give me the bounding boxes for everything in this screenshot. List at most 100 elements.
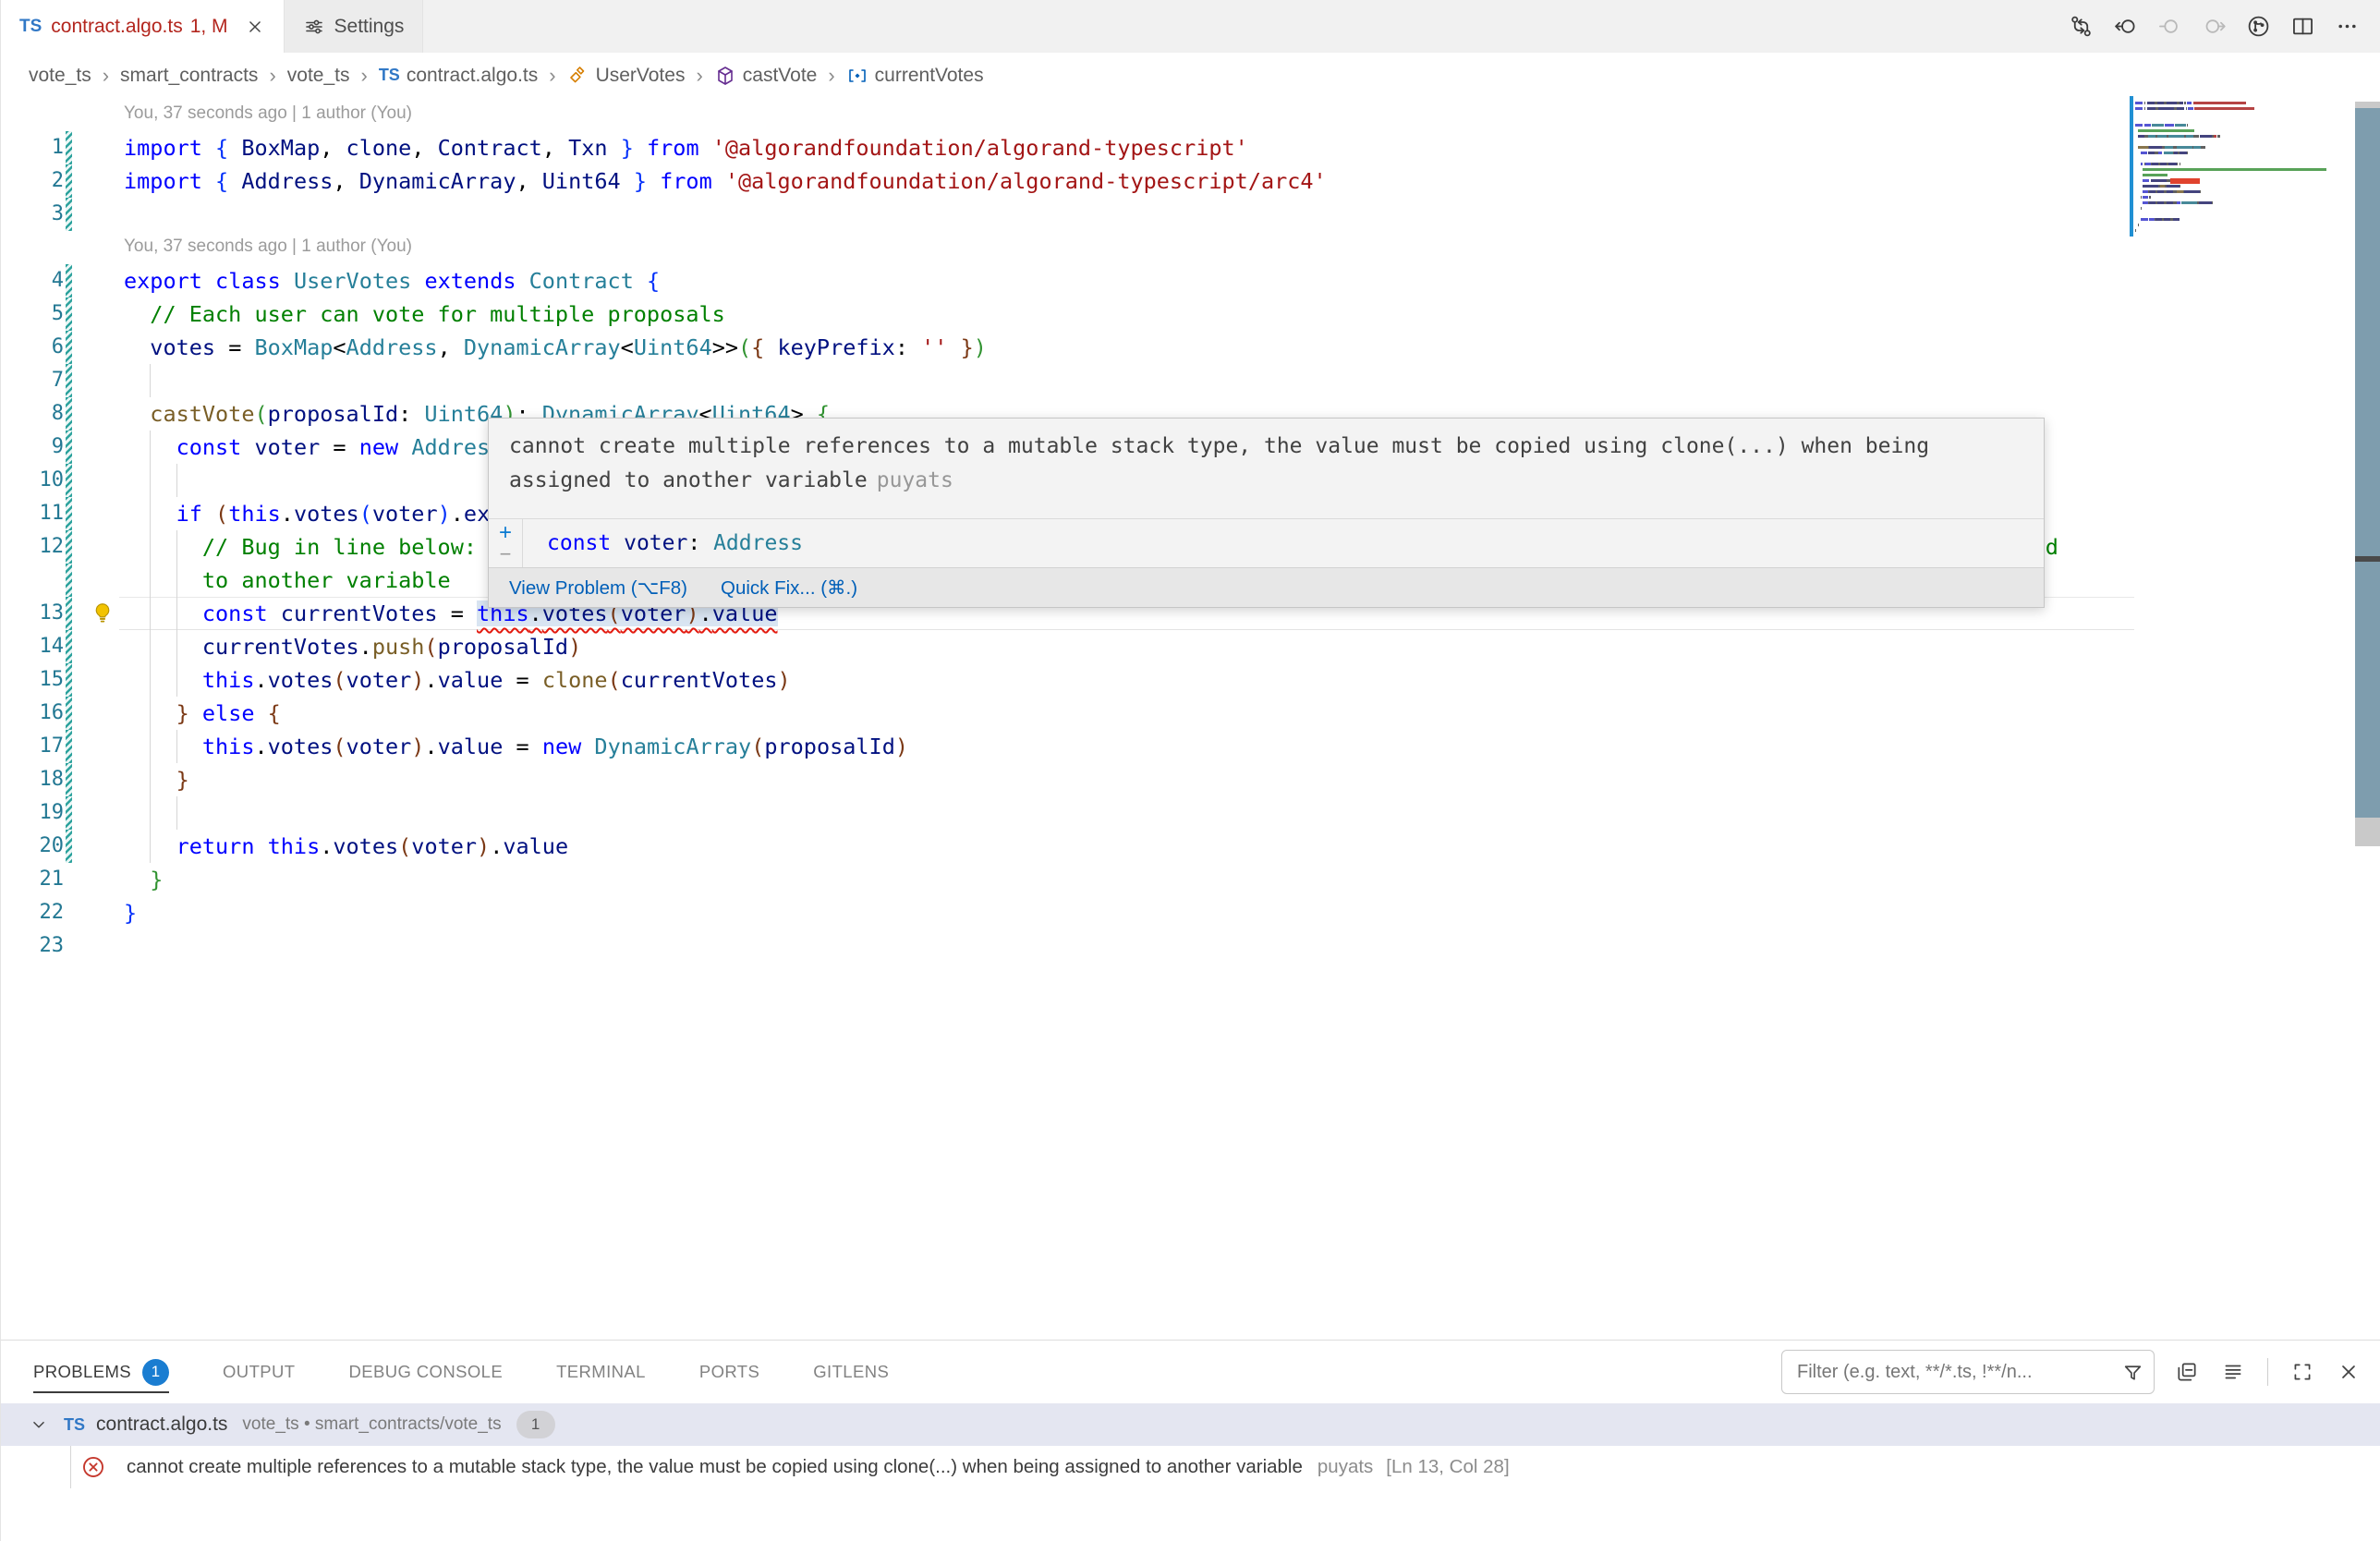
collapse-all-icon[interactable] — [2175, 1360, 2199, 1384]
code-line-text[interactable]: this.votes(voter).value = new DynamicArr… — [124, 730, 908, 763]
code-line: 7 — [1, 364, 2380, 397]
problem-row[interactable]: cannot create multiple references to a m… — [1, 1446, 2380, 1488]
breadcrumb-item-currentvotes[interactable]: currentVotes — [846, 65, 984, 87]
scrollbar-thumb[interactable] — [2355, 108, 2380, 818]
line-number[interactable]: 18 — [1, 763, 64, 796]
breadcrumb-label: contract.algo.ts — [407, 65, 538, 87]
code-line-text[interactable]: // Each user can vote for multiple propo… — [124, 297, 725, 331]
code-line-text[interactable]: return this.votes(voter).value — [124, 830, 568, 863]
line-number[interactable]: 14 — [1, 630, 64, 663]
code-token: voter — [346, 667, 412, 693]
breadcrumb-item-uservotes[interactable]: UserVotes — [567, 65, 686, 87]
code-token: this — [268, 833, 321, 859]
hover-status-bar: View Problem (⌥F8) Quick Fix... (⌘.) — [489, 567, 2044, 607]
code-token: ) — [477, 833, 490, 859]
code-editor[interactable]: You, 37 seconds ago | 1 author (You) 1 imp… — [1, 98, 2380, 1340]
line-number[interactable]: 6 — [1, 331, 64, 364]
maximize-panel-icon[interactable] — [2290, 1360, 2314, 1384]
line-number[interactable]: 15 — [1, 663, 64, 697]
breadcrumb-item-vote-ts[interactable]: vote_ts — [29, 65, 91, 87]
code-line-text[interactable]: votes = BoxMap<Address, DynamicArray<Uin… — [124, 331, 987, 364]
split-editor-icon[interactable] — [2285, 8, 2321, 44]
view-as-table-icon[interactable] — [2221, 1360, 2245, 1384]
line-number[interactable]: 19 — [1, 796, 64, 830]
expand-minus-icon[interactable]: − — [500, 544, 512, 564]
line-number[interactable]: 16 — [1, 697, 64, 730]
gitlens-codelens[interactable]: You, 37 seconds ago | 1 author (You) — [124, 231, 412, 262]
line-number[interactable]: 22 — [1, 896, 64, 929]
panel-tab-debug-console[interactable]: DEBUG CONSOLE — [348, 1341, 503, 1403]
panel-tab-output[interactable]: OUTPUT — [223, 1341, 295, 1403]
tab-settings[interactable]: Settings — [285, 0, 424, 53]
code-token: import — [124, 168, 202, 194]
code-line-text[interactable]: } — [124, 863, 163, 896]
code-line-text[interactable]: } — [124, 896, 137, 929]
panel-tab-gitlens[interactable]: GITLENS — [813, 1341, 889, 1403]
panel-tab-terminal[interactable]: TERMINAL — [556, 1341, 646, 1403]
panel-tab-ports[interactable]: PORTS — [699, 1341, 759, 1403]
breadcrumb-item-castvote[interactable]: castVote — [714, 65, 818, 87]
line-number[interactable]: 11 — [1, 497, 64, 530]
code-line-text[interactable]: import { BoxMap, clone, Contract, Txn } … — [124, 131, 1248, 164]
close-icon[interactable] — [245, 17, 265, 37]
breadcrumb-separator: › — [269, 64, 275, 88]
line-number[interactable]: 12 — [1, 530, 64, 564]
line-number[interactable]: 2 — [1, 164, 64, 198]
go-back-icon[interactable] — [2107, 8, 2143, 44]
hover-message-line2: assigned to another variable — [509, 468, 868, 492]
close-panel-icon[interactable] — [2337, 1360, 2361, 1384]
code-token: Uint64 — [542, 168, 621, 194]
problems-file-row[interactable]: TS contract.algo.ts vote_ts • smart_cont… — [1, 1403, 2380, 1446]
more-actions-icon[interactable] — [2329, 8, 2365, 44]
gitlens-codelens[interactable]: You, 37 seconds ago | 1 author (You) — [124, 98, 412, 129]
minimap[interactable] — [2135, 92, 2331, 255]
tab-label: Settings — [334, 16, 405, 38]
line-number[interactable]: 3 — [1, 198, 64, 231]
line-number[interactable]: 1 — [1, 131, 64, 164]
expand-plus-icon[interactable]: + — [499, 522, 512, 544]
line-number[interactable]: 17 — [1, 730, 64, 763]
minimap-line — [2135, 124, 2188, 127]
code-line: 21 } — [1, 863, 2380, 896]
code-line-text[interactable]: currentVotes.push(proposalId) — [124, 630, 581, 663]
code-token — [764, 334, 777, 360]
view-problem-link[interactable]: View Problem (⌥F8) — [509, 576, 687, 600]
line-number[interactable]: 7 — [1, 364, 64, 397]
lightbulb-icon[interactable] — [90, 601, 115, 626]
line-number[interactable]: 10 — [1, 464, 64, 497]
code-line-text[interactable]: import { Address, DynamicArray, Uint64 }… — [124, 164, 1327, 198]
code-token — [634, 135, 647, 161]
line-number[interactable]: 9 — [1, 431, 64, 464]
minimap-line — [2135, 174, 2168, 176]
scrollbar-track[interactable] — [2355, 102, 2380, 846]
code-line-text[interactable]: } — [124, 763, 189, 796]
gitlens-graph-icon[interactable] — [2240, 8, 2277, 44]
line-number[interactable]: 13 — [1, 597, 64, 630]
code-line-text[interactable]: this.votes(voter).value = clone(currentV… — [124, 663, 791, 697]
minimap-line — [2135, 179, 2200, 182]
code-line-text[interactable]: } else { — [124, 697, 281, 730]
breadcrumb-item-smart-contracts[interactable]: smart_contracts — [120, 65, 258, 87]
quick-fix-link[interactable]: Quick Fix... (⌘.) — [721, 576, 857, 600]
modified-line-gutter-indicator — [66, 763, 72, 796]
code-token: . — [359, 634, 372, 660]
code-line-text[interactable]: to another variable — [124, 564, 451, 597]
code-token — [516, 268, 529, 294]
line-number[interactable]: 20 — [1, 830, 64, 863]
line-number[interactable]: 4 — [1, 264, 64, 297]
filter-input[interactable] — [1795, 1361, 2121, 1384]
line-number[interactable]: 8 — [1, 397, 64, 431]
line-number[interactable]: 5 — [1, 297, 64, 331]
code-token: { — [751, 334, 764, 360]
code-line-text[interactable]: export class UserVotes extends Contract … — [124, 264, 660, 297]
error-hover-tooltip: cannot create multiple references to a m… — [488, 418, 2045, 608]
tab-contract-algo-ts[interactable]: TS contract.algo.ts 1, M — [1, 0, 285, 53]
line-number[interactable]: 23 — [1, 929, 64, 963]
indent-guide — [150, 364, 151, 397]
panel-tab-problems[interactable]: PROBLEMS1 — [33, 1341, 169, 1403]
breadcrumb-item-contract-algo-ts[interactable]: TScontract.algo.ts — [379, 65, 538, 87]
chevron-down-icon[interactable] — [29, 1414, 49, 1435]
line-number[interactable]: 21 — [1, 863, 64, 896]
git-compare-icon[interactable] — [2063, 8, 2099, 44]
breadcrumb-item-vote-ts[interactable]: vote_ts — [287, 65, 350, 87]
